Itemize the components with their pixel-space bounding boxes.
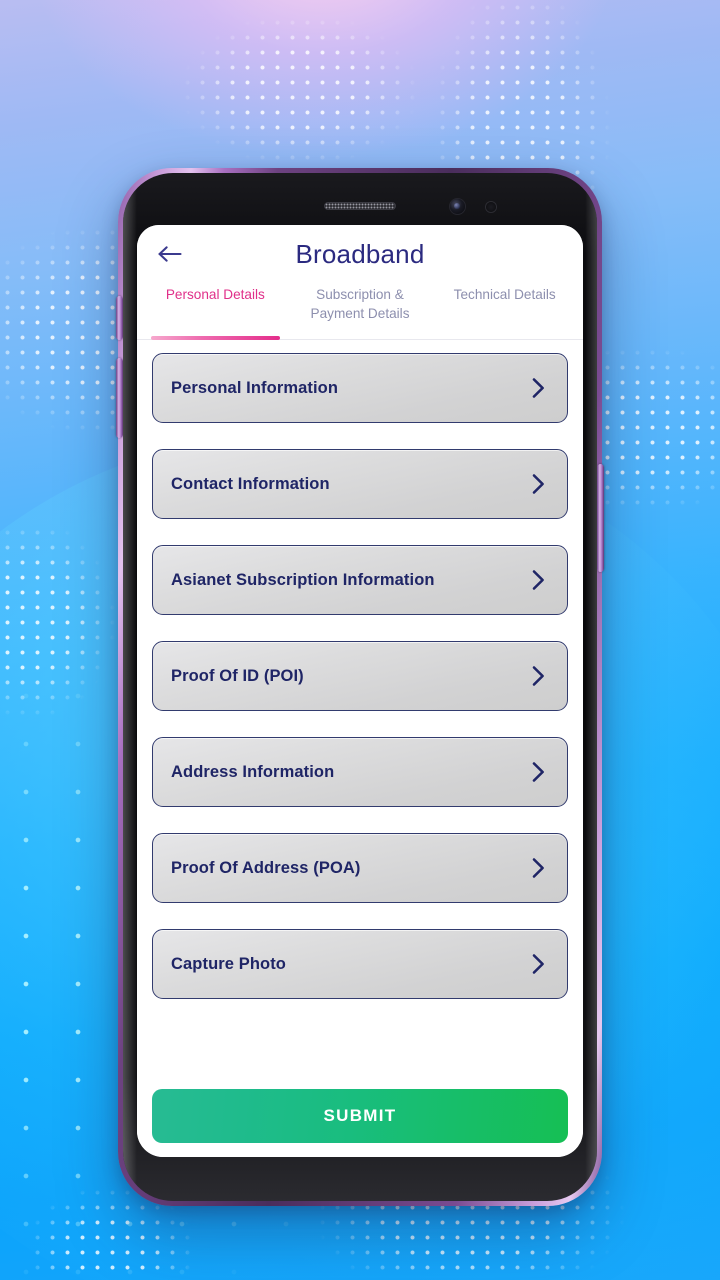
power-button[interactable]: [597, 464, 604, 572]
arrow-left-icon[interactable]: [153, 237, 187, 271]
list-item-label: Contact Information: [171, 474, 330, 493]
list-item-proof-of-address[interactable]: Proof Of Address (POA): [152, 833, 568, 903]
tab-personal-details[interactable]: Personal Details: [143, 283, 288, 340]
list-item-label: Address Information: [171, 762, 335, 781]
tab-active-indicator: [151, 336, 280, 340]
earpiece-speaker-icon: [324, 202, 396, 210]
list-item-label: Proof Of ID (POI): [171, 666, 304, 685]
list-item-contact-information[interactable]: Contact Information: [152, 449, 568, 519]
list-item-label: Capture Photo: [171, 954, 286, 973]
list-item-label: Personal Information: [171, 378, 339, 397]
chevron-right-icon: [527, 377, 549, 399]
tab-technical-details[interactable]: Technical Details: [432, 283, 577, 339]
tab-label: Subscription & Payment Details: [310, 287, 410, 321]
list-item-proof-of-id[interactable]: Proof Of ID (POI): [152, 641, 568, 711]
form-sections-list: Personal Information Contact Information: [137, 340, 583, 1089]
list-item-address-information[interactable]: Address Information: [152, 737, 568, 807]
tab-label: Personal Details: [165, 287, 265, 302]
volume-down-button[interactable]: [116, 358, 123, 438]
list-item-label: Proof Of Address (POA): [171, 858, 361, 877]
submit-bar: SUBMIT: [137, 1089, 583, 1157]
tab-subscription-payment-details[interactable]: Subscription & Payment Details: [288, 283, 433, 339]
chevron-right-icon: [527, 857, 549, 879]
list-item-label: Asianet Subscription Information: [171, 570, 435, 589]
app-bar: Broadband: [137, 225, 583, 283]
phone-device-frame: Broadband Personal Details Subscription …: [116, 168, 604, 1206]
list-item-asianet-subscription-information[interactable]: Asianet Subscription Information: [152, 545, 568, 615]
chevron-right-icon: [527, 953, 549, 975]
list-item-capture-photo[interactable]: Capture Photo: [152, 929, 568, 999]
page-title: Broadband: [295, 238, 425, 269]
chevron-right-icon: [527, 473, 549, 495]
submit-button[interactable]: SUBMIT: [152, 1089, 568, 1143]
volume-up-button[interactable]: [116, 296, 123, 340]
front-camera-icon: [450, 199, 465, 214]
tab-bar: Personal Details Subscription & Payment …: [137, 283, 583, 340]
chevron-right-icon: [527, 665, 549, 687]
phone-screen: Broadband Personal Details Subscription …: [137, 225, 583, 1157]
proximity-sensor-icon: [486, 202, 496, 212]
chevron-right-icon: [527, 761, 549, 783]
tab-label: Technical Details: [453, 287, 556, 302]
list-item-personal-information[interactable]: Personal Information: [152, 353, 568, 423]
camera-iris: [454, 203, 460, 209]
chevron-right-icon: [527, 569, 549, 591]
phone-bezel: Broadband Personal Details Subscription …: [123, 173, 597, 1201]
